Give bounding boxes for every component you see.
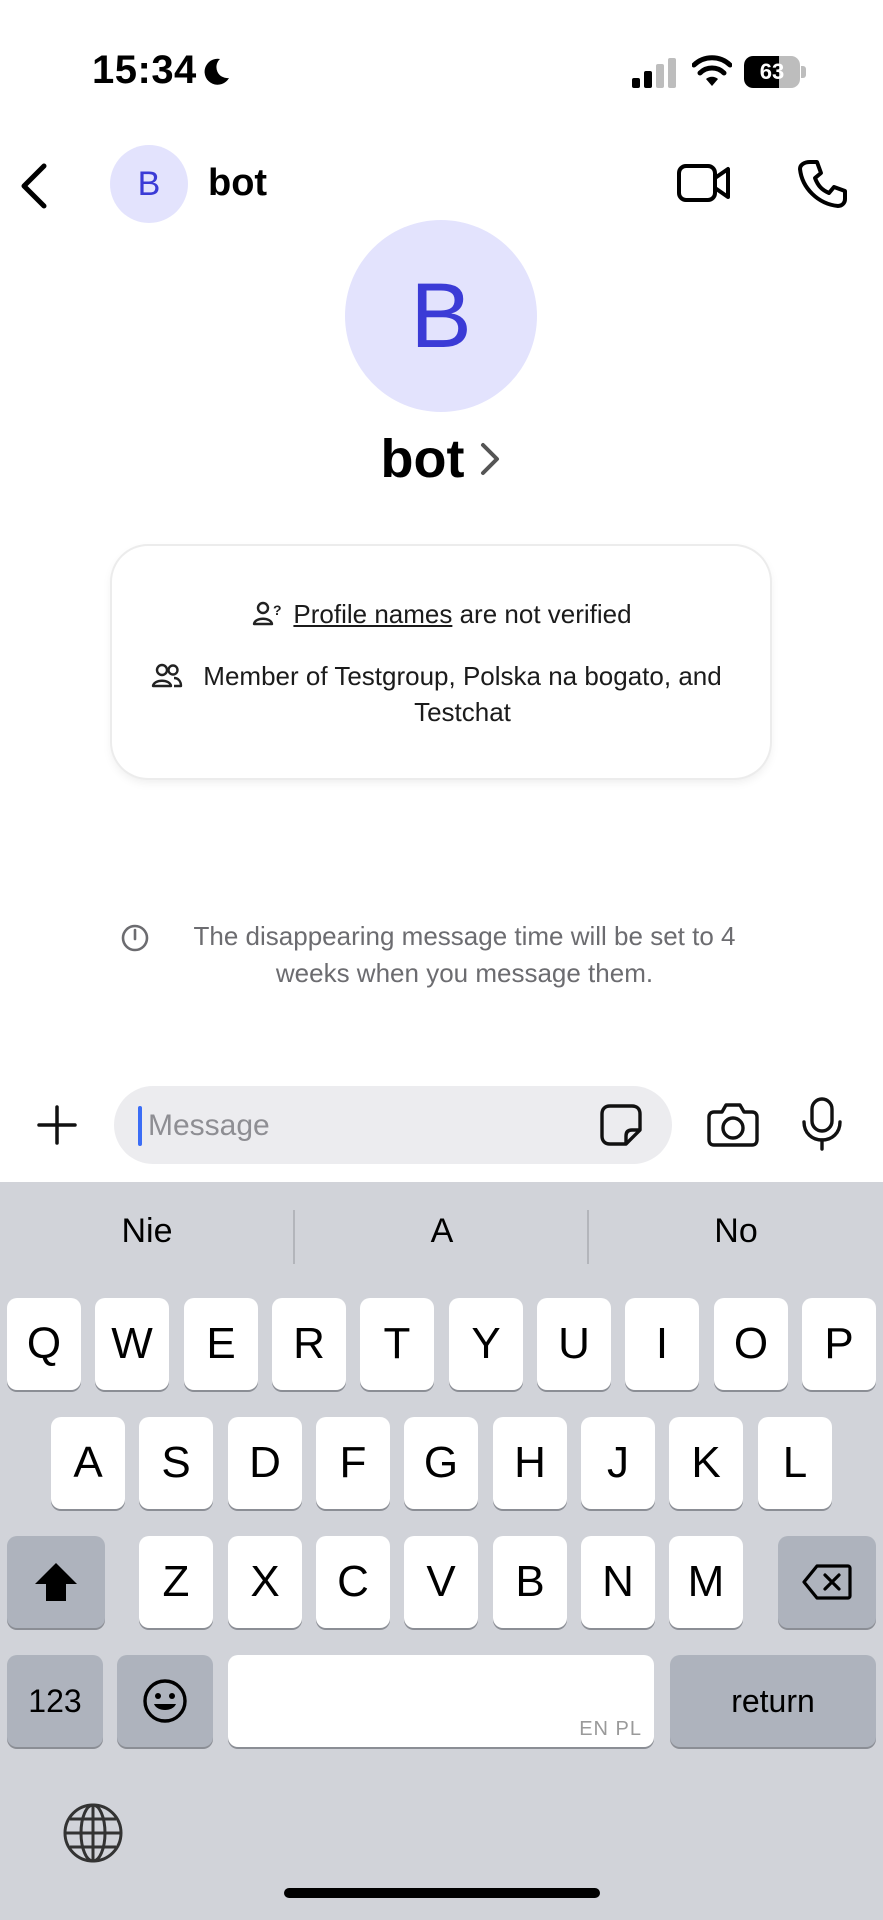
key-r[interactable]: R [272,1298,346,1390]
backspace-key[interactable] [778,1536,876,1628]
emoji-key[interactable] [117,1655,213,1747]
suggestion-2[interactable]: A [295,1212,589,1251]
key-u[interactable]: U [537,1298,611,1390]
backspace-icon [802,1564,852,1600]
key-v[interactable]: V [404,1536,478,1628]
key-b[interactable]: B [493,1536,567,1628]
key-n[interactable]: N [581,1536,655,1628]
message-input[interactable] [146,1086,570,1166]
svg-text:?: ? [273,602,282,618]
verification-row: ? Profile names are not verified [0,596,883,632]
camera-icon[interactable] [706,1100,760,1148]
battery-indicator: 63 [744,56,806,88]
key-f[interactable]: F [316,1417,390,1509]
shift-key[interactable] [7,1536,105,1628]
person-question-icon: ? [253,601,282,626]
key-g[interactable]: G [404,1417,478,1509]
membership-row: Member of Testgroup, Polska na bogato, a… [0,658,883,730]
numbers-key[interactable]: 123 [7,1655,103,1747]
emoji-icon [143,1679,187,1723]
moon-icon [204,58,229,85]
message-field-container[interactable] [114,1086,672,1166]
chevron-right-icon [481,443,500,475]
key-d[interactable]: D [228,1417,302,1509]
verification-text: are not verified [452,599,632,629]
video-camera-icon[interactable] [676,158,732,208]
group-icon [151,663,182,688]
home-indicator[interactable] [284,1888,600,1898]
key-o[interactable]: O [714,1298,788,1390]
key-t[interactable]: T [360,1298,434,1390]
key-j[interactable]: J [581,1417,655,1509]
globe-icon[interactable] [62,1802,124,1864]
suggestion-1[interactable]: Nie [0,1212,294,1251]
status-time: 15:34 [92,48,197,92]
suggestion-3[interactable]: No [589,1212,883,1251]
header-title[interactable]: bot [208,162,267,205]
key-l[interactable]: L [758,1417,832,1509]
plus-icon[interactable] [36,1104,78,1146]
shift-icon [35,1563,77,1601]
return-key[interactable]: return [670,1655,876,1747]
wifi-icon [692,55,732,86]
cellular-signal-icon [632,58,676,88]
text-caret [138,1106,142,1146]
space-language-hint: EN PL [579,1718,642,1740]
key-k[interactable]: K [669,1417,743,1509]
key-e[interactable]: E [184,1298,258,1390]
chevron-left-icon[interactable] [12,160,56,212]
key-a[interactable]: A [51,1417,125,1509]
key-p[interactable]: P [802,1298,876,1390]
battery-percent: 63 [759,59,785,84]
profile-name-link[interactable]: bot [0,428,883,490]
timer-icon [121,924,148,952]
microphone-icon[interactable] [800,1096,844,1152]
key-c[interactable]: C [316,1536,390,1628]
profile-name: bot [380,429,465,489]
key-z[interactable]: Z [139,1536,213,1628]
membership-text: Member of Testgroup, Polska na bogato, a… [203,661,722,727]
profile-names-link[interactable]: Profile names [293,599,452,629]
key-h[interactable]: H [493,1417,567,1509]
disappearing-text: The disappearing message time will be se… [193,921,736,988]
key-w[interactable]: W [95,1298,169,1390]
header-avatar[interactable]: B [110,145,188,223]
key-m[interactable]: M [669,1536,743,1628]
key-x[interactable]: X [228,1536,302,1628]
key-i[interactable]: I [625,1298,699,1390]
sticker-icon[interactable] [598,1102,644,1148]
disappearing-notice: The disappearing message time will be se… [0,918,883,992]
key-q[interactable]: Q [7,1298,81,1390]
key-s[interactable]: S [139,1417,213,1509]
profile-avatar[interactable]: B [345,220,537,412]
space-key[interactable]: EN PL [228,1655,654,1747]
phone-icon[interactable] [796,158,848,210]
key-y[interactable]: Y [449,1298,523,1390]
